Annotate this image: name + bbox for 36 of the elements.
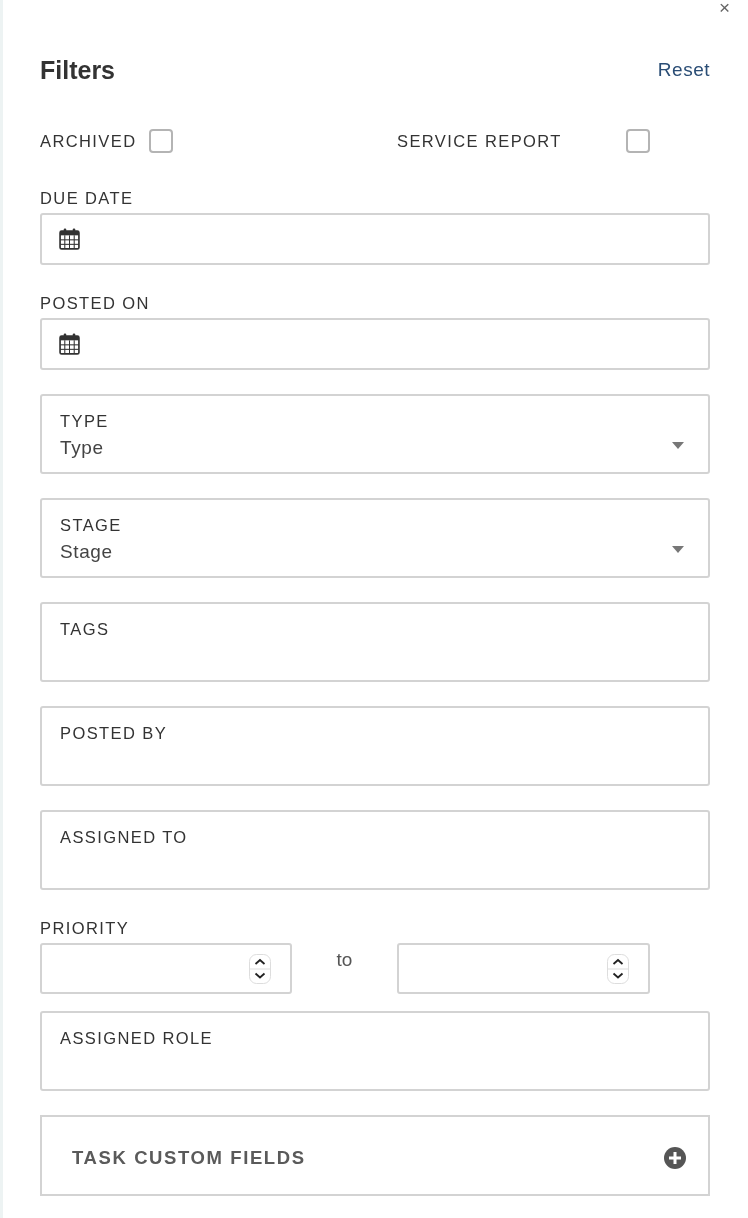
field-label: POSTED BY [60,723,168,743]
field-label: ASSIGNED TO [60,827,188,847]
checkbox[interactable] [625,129,650,153]
reset-link[interactable]: Reset [657,55,710,85]
range-separator: to [336,948,353,972]
checkbox-label: ARCHIVED [40,131,137,151]
input-field[interactable]: ASSIGNED ROLE [40,1011,710,1091]
field-label: TAGS [60,619,110,639]
calendar-icon [59,333,80,355]
caret-icon [672,442,684,449]
field-label: TYPE [60,411,109,431]
date-field[interactable] [40,213,710,265]
number-field[interactable] [40,943,292,994]
input-field[interactable]: ASSIGNED TO [40,810,710,890]
input-field[interactable]: TAGS [40,602,710,682]
select-field[interactable]: TYPE Type [40,394,710,474]
date-field[interactable] [40,318,710,370]
placeholder-text: Type [60,436,104,460]
field-label: PRIORITY [40,918,130,938]
field-label: DUE DATE [40,188,134,208]
custom-fields-section[interactable]: TASK CUSTOM FIELDS [40,1115,710,1196]
spin-arrows-icon[interactable] [607,953,629,984]
placeholder-text: Stage [60,540,113,564]
field-label: STAGE [60,515,122,535]
close-button[interactable]: × [718,0,730,16]
checkbox[interactable] [149,129,174,153]
spin-arrows-icon[interactable] [249,953,271,984]
calendar-icon [59,228,80,250]
field-label: ASSIGNED ROLE [60,1028,213,1048]
caret-icon [672,546,684,553]
input-field[interactable]: POSTED BY [40,706,710,786]
panel-title: Filters [40,55,116,85]
field-label: POSTED ON [40,293,150,313]
checkbox-label: SERVICE REPORT [397,131,562,151]
select-field[interactable]: STAGE Stage [40,498,710,578]
number-field[interactable] [397,943,650,994]
